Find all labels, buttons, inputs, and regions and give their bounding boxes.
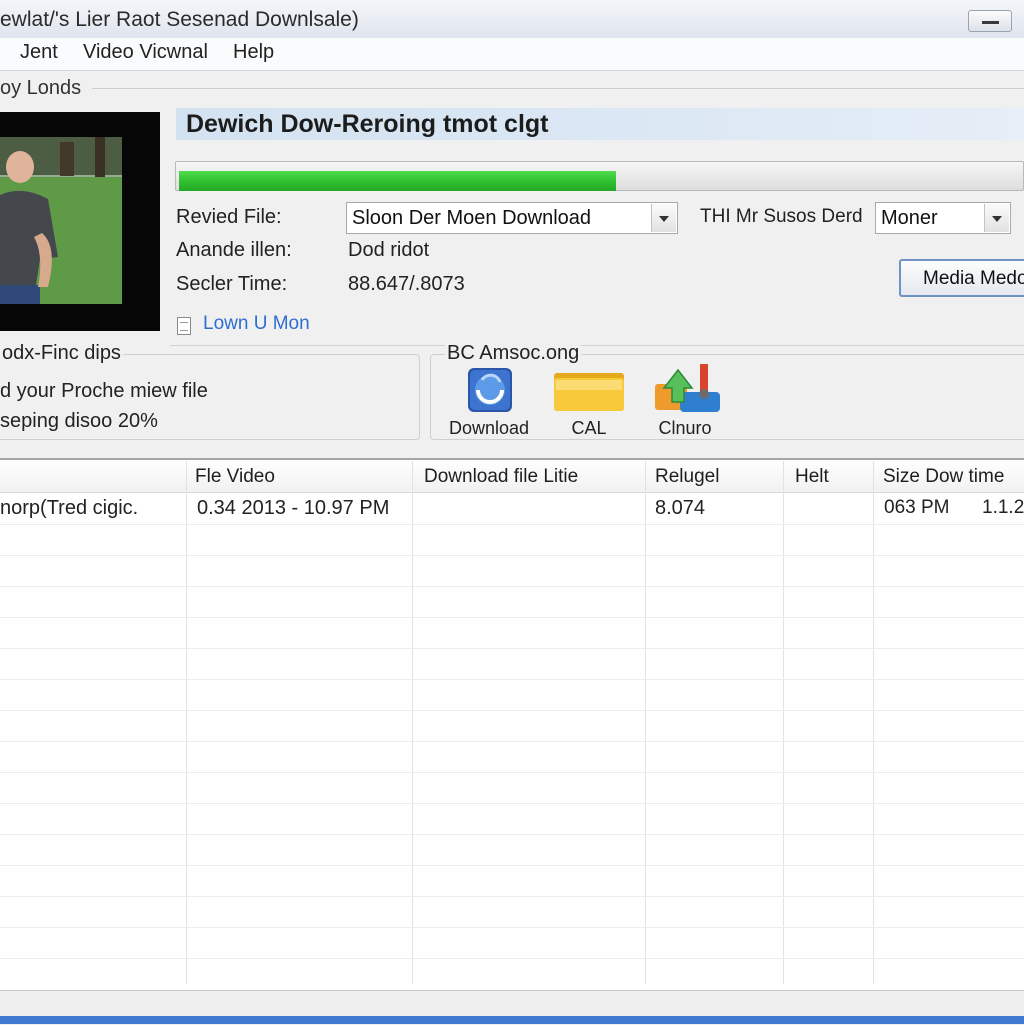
actions-group-title: BC Amsoc.ong <box>445 342 582 365</box>
link[interactable]: Lown U Mon <box>203 313 310 335</box>
column-divider <box>645 461 646 984</box>
divider <box>170 345 1024 346</box>
clnuro-tool-label: Clnuro <box>658 418 712 438</box>
upload-arrow-icon <box>655 364 720 412</box>
info-group-title: odx-Finc dips <box>0 342 123 365</box>
table-cell[interactable]: 063 PM <box>884 497 949 519</box>
right-option-select[interactable]: Moner <box>875 202 1011 234</box>
table-cell[interactable]: 0.34 2013 - 10.97 PM <box>197 497 389 520</box>
column-header[interactable]: Size Dow time <box>883 466 1004 488</box>
download-progress-bar <box>175 161 1024 191</box>
table-cell[interactable]: norp(Tred cigic. <box>0 497 138 520</box>
revised-file-label: Revied File: <box>176 206 282 228</box>
column-divider <box>873 461 874 984</box>
table-row-divider <box>0 741 1024 742</box>
table-row-divider <box>0 679 1024 680</box>
table-row-divider <box>0 524 1024 525</box>
progress-fill <box>179 171 616 191</box>
minimize-button[interactable] <box>968 10 1012 32</box>
document-icon <box>177 317 191 335</box>
column-header[interactable]: Relugel <box>655 466 719 488</box>
anande-value: Dod ridot <box>348 239 430 261</box>
table-row-divider <box>0 803 1024 804</box>
cal-tool-label: CAL <box>571 418 607 438</box>
table-row-divider <box>0 617 1024 618</box>
right-option-label: THI Mr Susos Derd <box>700 206 863 227</box>
folder-icon <box>554 373 624 411</box>
download-globe-icon <box>468 368 512 412</box>
info-line-2: seping disoo 20% <box>0 410 158 432</box>
minimize-icon <box>982 21 999 24</box>
table-row-divider <box>0 896 1024 897</box>
chevron-down-icon[interactable] <box>984 204 1009 232</box>
menu-item-jent[interactable]: Jent <box>20 41 58 64</box>
media-mode-button[interactable]: Media Medo <box>899 259 1024 297</box>
table-row-divider <box>0 865 1024 866</box>
seeler-time-label: Secler Time: <box>176 273 288 295</box>
seeler-time-value: 88.647/.8073 <box>348 273 465 295</box>
menu-item-help[interactable]: Help <box>233 41 274 64</box>
table-cell[interactable]: 1.1.2 <box>982 497 1024 519</box>
column-divider <box>783 461 784 984</box>
download-tool-button[interactable]: Download <box>444 366 534 446</box>
column-divider <box>412 461 413 984</box>
window-title: ewlat/'s Lier Raot Sesenad Downlsale) <box>0 8 359 31</box>
cal-tool-button[interactable]: CAL <box>544 366 634 446</box>
window-bottom-border <box>0 1016 1024 1024</box>
chevron-down-icon[interactable] <box>651 204 676 232</box>
column-header[interactable]: Fle Video <box>195 466 275 488</box>
table-row-divider <box>0 958 1024 959</box>
clnuro-tool-button[interactable]: Clnuro <box>640 362 730 446</box>
section-label: oy Londs <box>0 77 82 99</box>
download-tool-label: Download <box>448 418 530 438</box>
revised-file-select[interactable]: Sloon Der Moen Download <box>346 202 678 234</box>
table-row-divider <box>0 648 1024 649</box>
column-divider <box>186 461 187 984</box>
anande-label: Anande illen: <box>176 239 292 261</box>
column-header[interactable]: Download file Litie <box>424 466 578 488</box>
table-row-divider <box>0 710 1024 711</box>
table-cell[interactable]: 8.074 <box>655 497 705 520</box>
table-row-divider <box>0 927 1024 928</box>
section-divider <box>92 88 1024 89</box>
downloads-table[interactable] <box>0 458 1024 993</box>
header-title: Dewich Dow-Reroing tmot clgt <box>186 110 549 138</box>
video-thumbnail[interactable] <box>0 137 122 304</box>
column-header[interactable]: Helt <box>795 466 829 488</box>
table-row-divider <box>0 772 1024 773</box>
table-row-divider <box>0 586 1024 587</box>
menu-item-video[interactable]: Video Vicwnal <box>83 41 208 64</box>
info-line-1: d your Proche miew file <box>0 380 208 402</box>
table-row-divider <box>0 555 1024 556</box>
table-row-divider <box>0 834 1024 835</box>
